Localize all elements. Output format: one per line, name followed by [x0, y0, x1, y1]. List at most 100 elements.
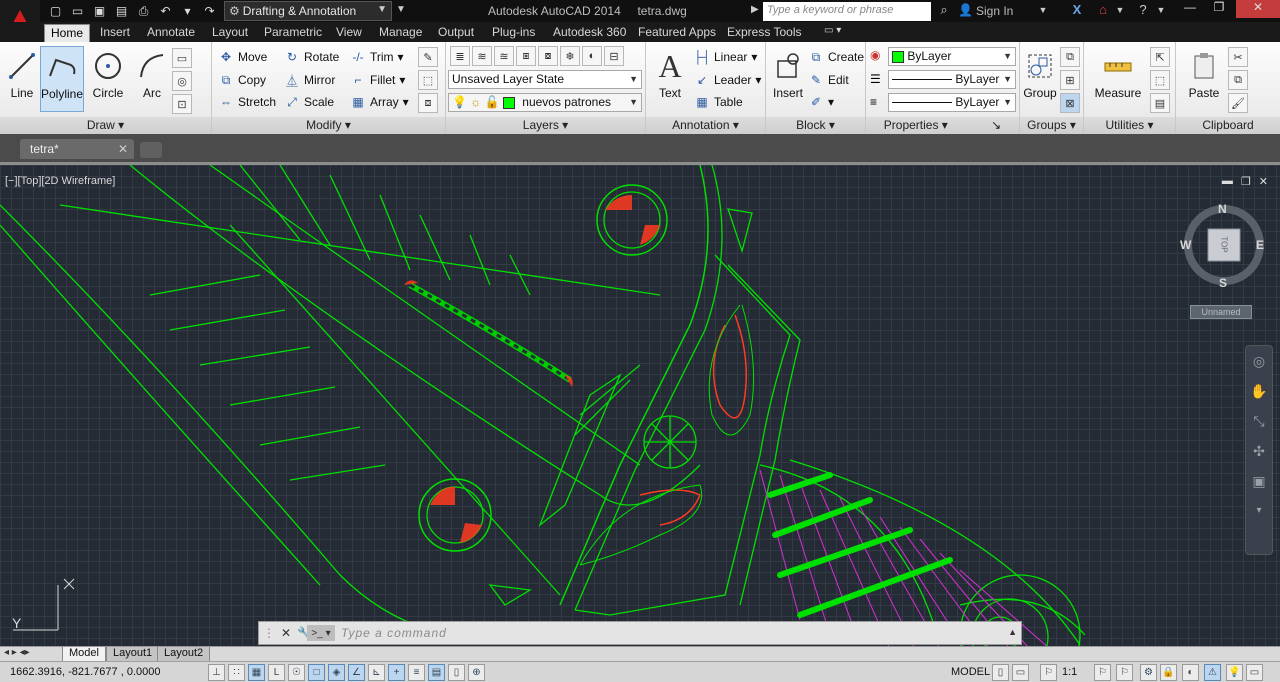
command-prompt-icon[interactable]: >_ ▾ — [307, 625, 335, 641]
hardware-acceleration-icon[interactable]: ◐ — [1182, 664, 1199, 681]
copy-button[interactable]: ⧉ Copy — [218, 70, 266, 90]
arc-button[interactable]: Arc — [132, 46, 172, 112]
object-snap-tracking-icon[interactable]: ∠ — [348, 664, 365, 681]
erase-icon[interactable]: ✎ — [418, 47, 438, 67]
fillet-button[interactable]: ⌐ Fillet ▾ — [350, 70, 405, 90]
stretch-button[interactable]: ⇔ Stretch — [218, 92, 276, 112]
zoom-extents-icon[interactable]: ⤡ — [1246, 406, 1272, 436]
layers-panel-title[interactable]: Layers ▾ — [446, 117, 645, 134]
save-as-icon[interactable]: ▤ — [112, 2, 131, 20]
lineweight-dropdown[interactable]: ByLayer ▼ — [888, 93, 1016, 112]
move-button[interactable]: ✥ Move — [218, 47, 267, 67]
tab-express-tools[interactable]: Express Tools — [721, 24, 807, 42]
tab-parametric[interactable]: Parametric — [258, 24, 328, 42]
snap-mode-icon[interactable]: ∷ — [228, 664, 245, 681]
group-button[interactable]: Group — [1020, 46, 1060, 112]
layer-match-icon[interactable]: ≋ — [472, 46, 492, 66]
viewport-restore-icon[interactable]: ❐ — [1241, 175, 1251, 188]
isolate-objects-icon[interactable]: ⚠ — [1204, 664, 1221, 681]
lineweight-toggle-icon[interactable]: ≡ — [408, 664, 425, 681]
expand-arrow-icon[interactable]: ▶ — [751, 4, 759, 15]
viewport-close-icon[interactable]: ✕ — [1259, 175, 1268, 188]
polar-tracking-icon[interactable]: ☉ — [288, 664, 305, 681]
layer-lock-icon[interactable]: ⊟ — [604, 46, 624, 66]
table-button[interactable]: ▦ Table — [694, 92, 742, 112]
tab-annotate[interactable]: Annotate — [141, 24, 201, 42]
group-edit-icon[interactable]: ⊞ — [1060, 70, 1080, 90]
app-dropdown-icon[interactable]: ▼ — [1111, 5, 1129, 23]
help-dropdown-icon[interactable]: ▼ — [1152, 5, 1170, 23]
create-block-button[interactable]: ⧉ Create — [808, 47, 864, 67]
open-file-icon[interactable]: ▭ — [68, 2, 87, 20]
polyline-button[interactable]: Polyline — [40, 46, 84, 112]
group-selection-icon[interactable]: ⊠ — [1060, 93, 1080, 113]
annotation-visibility-icon[interactable]: ⚐ — [1094, 664, 1111, 681]
clean-screen-icon[interactable]: ▭ — [1246, 664, 1263, 681]
ribbon-minimize-icon[interactable]: ▭ ▾ — [818, 24, 847, 42]
coordinate-readout[interactable]: 1662.3916, -821.7677 , 0.0000 — [10, 666, 160, 678]
tab-layout2[interactable]: Layout2 — [157, 647, 211, 662]
line-button[interactable]: Line — [2, 46, 42, 112]
auto-scale-icon[interactable]: ⚐ — [1116, 664, 1133, 681]
viewcube[interactable]: N S E W TOP — [1180, 202, 1266, 290]
viewport-minimize-icon[interactable]: ▬ — [1222, 175, 1233, 188]
ungroup-icon[interactable]: ⧉ — [1060, 47, 1080, 67]
lineweight-icon[interactable]: ≡ — [870, 95, 877, 109]
orbit-icon[interactable]: ✣ — [1246, 436, 1272, 466]
offset-icon[interactable]: ⧈ — [418, 93, 438, 113]
groups-panel-title[interactable]: Groups ▾ — [1020, 117, 1083, 134]
circle-button[interactable]: Circle — [88, 46, 128, 112]
showmotion-icon[interactable]: ▣ — [1246, 466, 1272, 496]
match-props-icon[interactable]: 🖌 — [1228, 93, 1248, 113]
boundary-icon[interactable]: ⊡ — [172, 94, 192, 114]
workspace-dropdown[interactable]: ⚙ Drafting & Annotation ▼ — [224, 1, 392, 21]
hatch-icon[interactable]: ◎ — [172, 71, 192, 91]
compass-east-label[interactable]: E — [1256, 238, 1264, 252]
viewcube-top-face[interactable]: TOP — [1220, 233, 1229, 257]
lock-ui-icon[interactable]: 🔒 — [1160, 664, 1177, 681]
drawing-area[interactable]: [−][Top][2D Wireframe] ▬ ❐ ✕ N S E W TOP… — [0, 162, 1280, 646]
utilities-panel-title[interactable]: Utilities ▾ — [1084, 117, 1175, 134]
tab-output[interactable]: Output — [432, 24, 480, 42]
color-dropdown[interactable]: ByLayer ▼ — [888, 47, 1016, 66]
quick-view-drawings-icon[interactable]: ▭ — [1012, 664, 1029, 681]
tab-insert[interactable]: Insert — [94, 24, 136, 42]
help-icon[interactable]: ? — [1134, 2, 1152, 20]
edit-attributes-button[interactable]: ✐ ▾ — [808, 92, 834, 112]
command-history-arrow-icon[interactable]: ▲ — [1008, 627, 1017, 637]
explode-icon[interactable]: ⬚ — [418, 70, 438, 90]
layout-nav-icon[interactable]: ◂ ▸ ◂▸ — [4, 647, 30, 658]
tab-manage[interactable]: Manage — [373, 24, 428, 42]
quick-select-icon[interactable]: ⇱ — [1150, 47, 1170, 67]
pan-icon[interactable]: ✋ — [1246, 376, 1272, 406]
modify-panel-title[interactable]: Modify ▾ — [212, 117, 445, 134]
lightbulb-status-icon[interactable]: 💡 — [1226, 664, 1243, 681]
quick-properties-icon[interactable]: ▯ — [448, 664, 465, 681]
close-command-icon[interactable]: ✕ — [281, 626, 291, 640]
close-tab-icon[interactable]: ✕ — [118, 142, 128, 156]
leader-button[interactable]: ↙ Leader ▾ — [694, 70, 761, 90]
properties-panel-title[interactable]: Properties ▾ ↘ — [866, 117, 1019, 134]
scale-button[interactable]: ⤢ Scale — [284, 92, 334, 112]
dynamic-ucs-icon[interactable]: ⊾ — [368, 664, 385, 681]
file-tab-tetra[interactable]: tetra* ✕ — [20, 139, 134, 159]
block-panel-title[interactable]: Block ▾ — [766, 117, 865, 134]
save-icon[interactable]: ▣ — [90, 2, 109, 20]
copy-clip-icon[interactable]: ⧉ — [1228, 70, 1248, 90]
close-button[interactable]: ✕ — [1236, 0, 1280, 18]
layer-previous-icon[interactable]: ≊ — [494, 46, 514, 66]
command-line[interactable]: ⋮ ✕ 🔧 >_ ▾ Type a command ▲ — [258, 621, 1022, 645]
layer-unisolate-icon[interactable]: ⧇ — [538, 46, 558, 66]
sign-in-link[interactable]: Sign In — [976, 4, 1013, 18]
selection-cycling-icon[interactable]: ⊕ — [468, 664, 485, 681]
viewport-controls-label[interactable]: [−][Top][2D Wireframe] — [5, 175, 115, 187]
navbar-menu-icon[interactable]: ▾ — [1246, 496, 1272, 526]
layer-off-icon[interactable]: ◐ — [582, 46, 602, 66]
exchange-icon[interactable]: X — [1068, 2, 1086, 20]
insert-block-button[interactable]: Insert — [768, 46, 808, 112]
tab-layout1[interactable]: Layout1 — [106, 647, 160, 662]
layer-isolate-icon[interactable]: ⧆ — [516, 46, 536, 66]
compass-south-label[interactable]: S — [1219, 276, 1227, 290]
autodesk-app-icon[interactable]: ⌂ — [1094, 2, 1112, 20]
annotation-scale-icon[interactable]: ⚐ — [1040, 664, 1057, 681]
